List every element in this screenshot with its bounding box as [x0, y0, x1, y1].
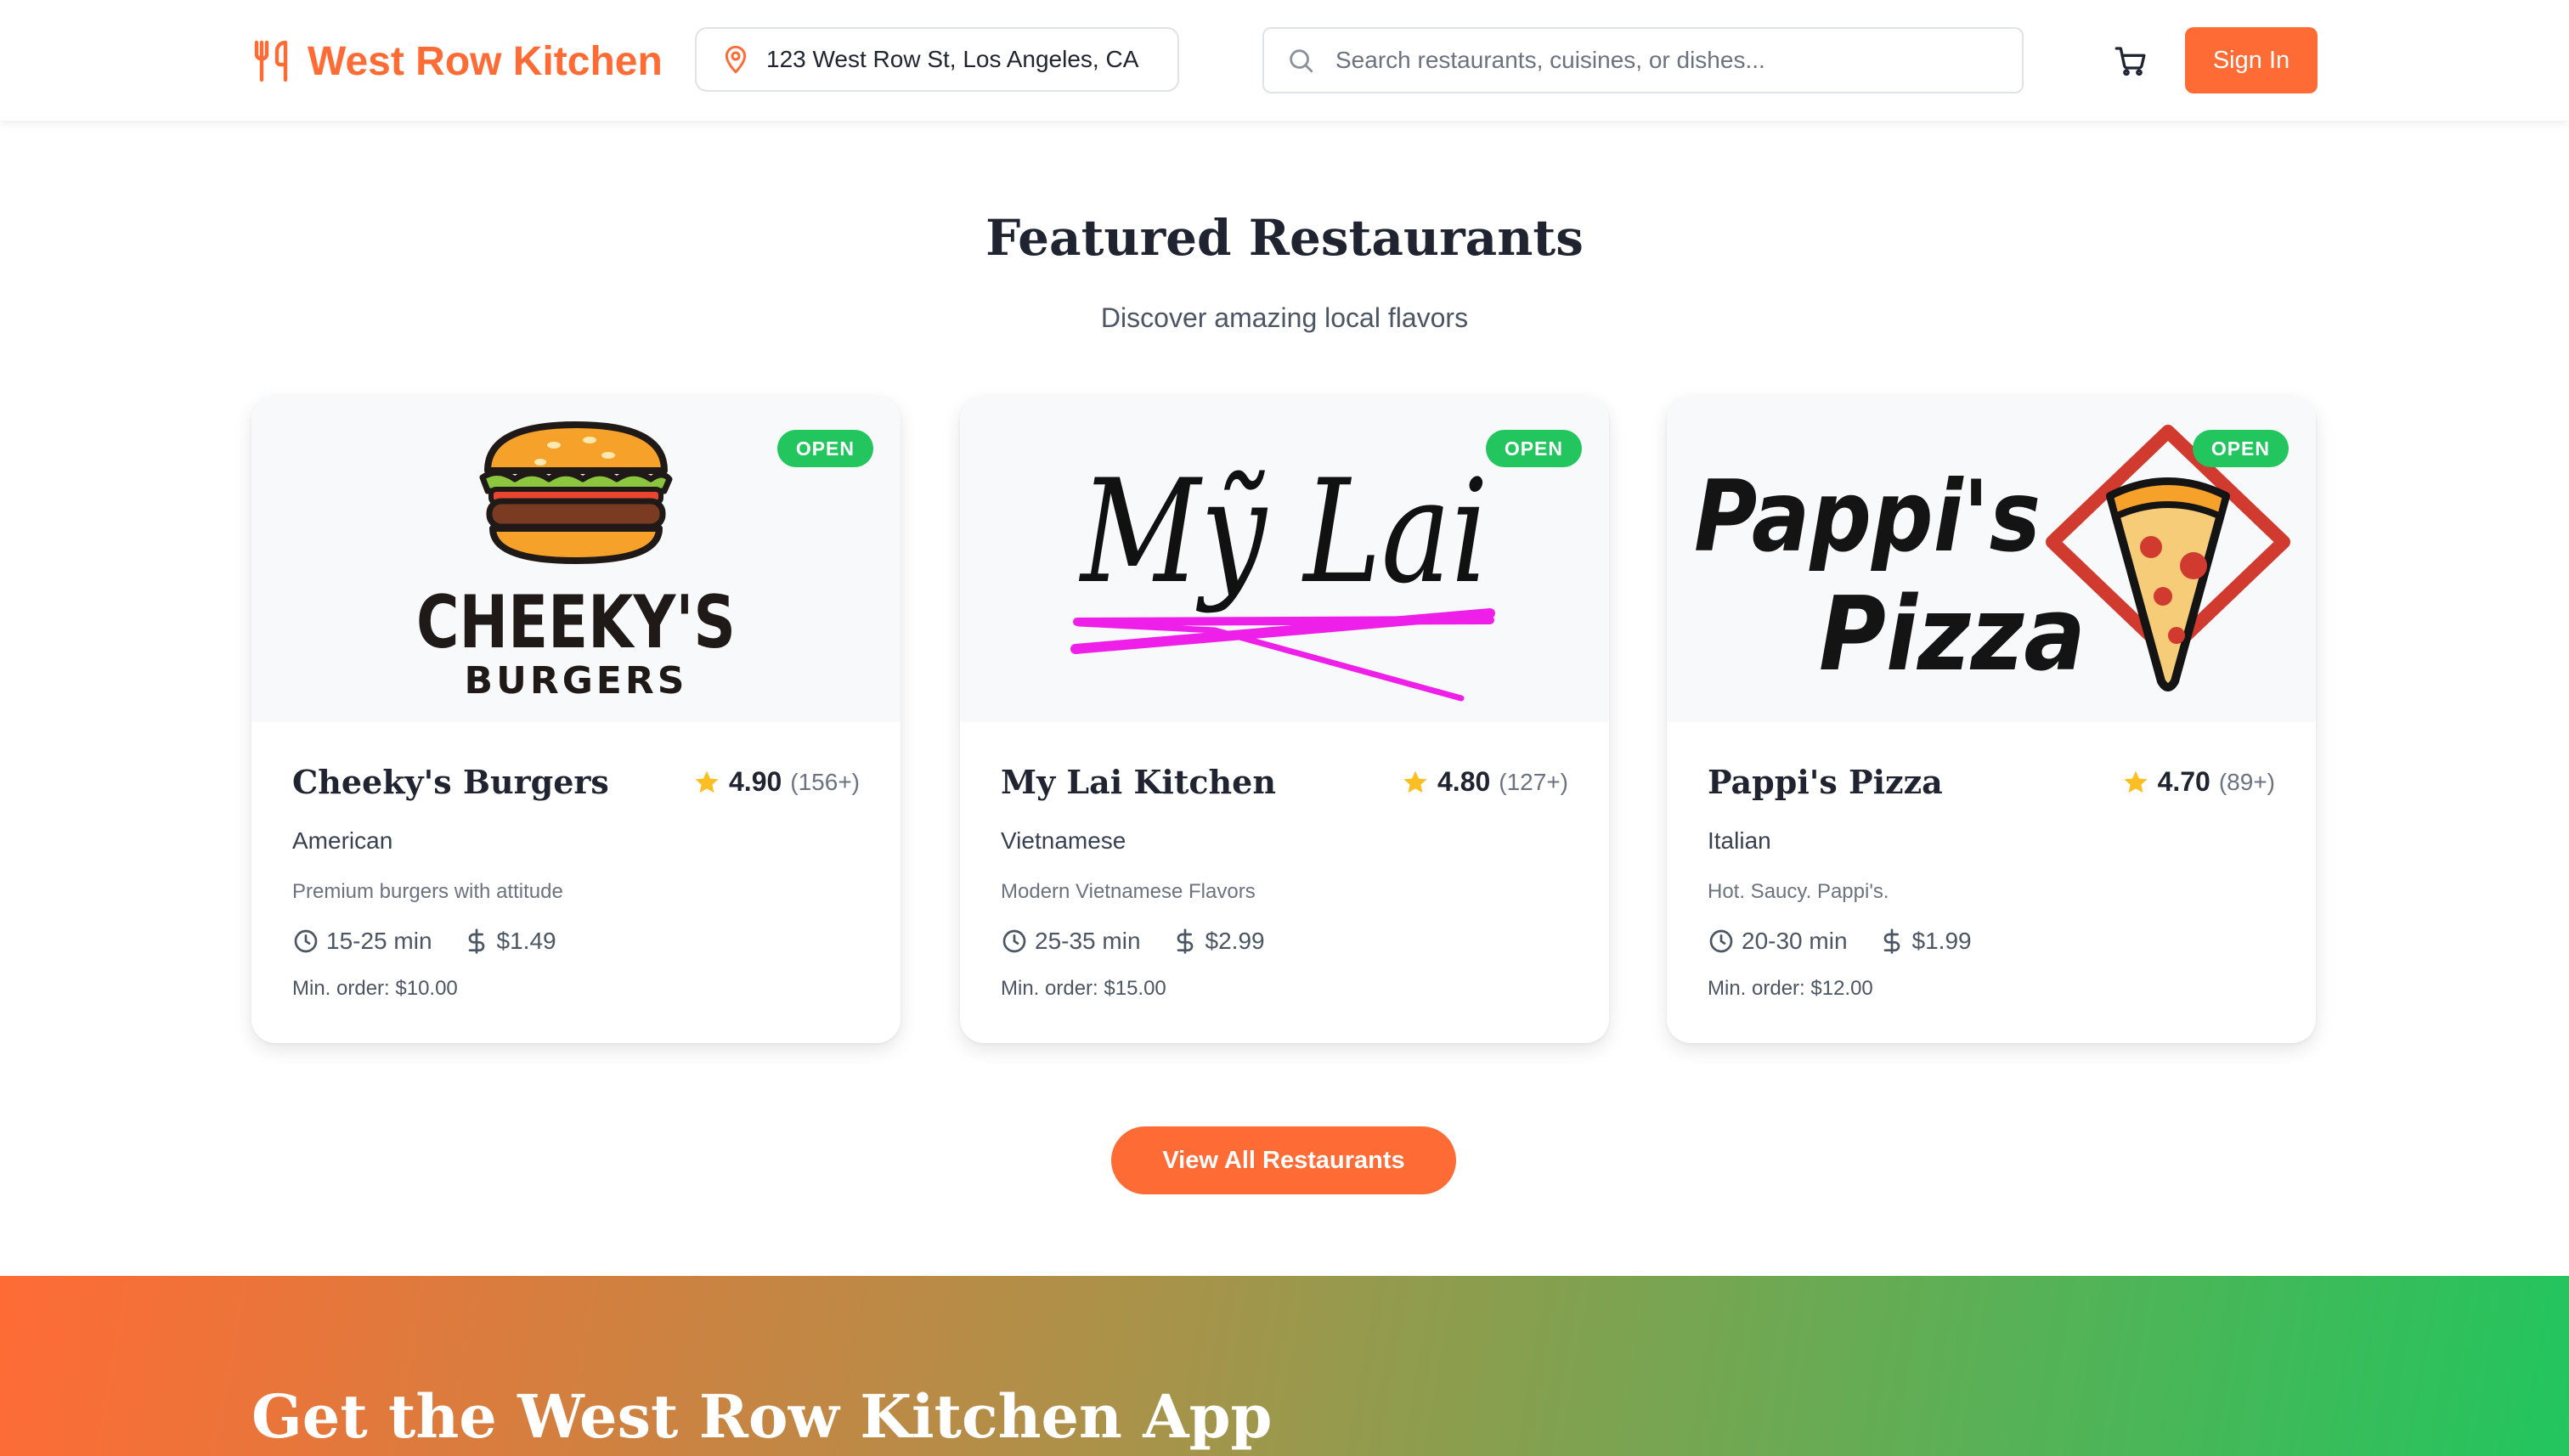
delivery-fee-group: $2.99 — [1172, 928, 1265, 955]
app-promo-title: Get the West Row Kitchen App — [251, 1381, 1273, 1452]
open-status-badge: OPEN — [776, 430, 873, 467]
star-icon — [695, 770, 719, 793]
pappis-logo-line2: Pizza — [1819, 576, 2086, 694]
delivery-info: 15-25 min $1.49 — [292, 928, 556, 955]
review-count: (156+) — [790, 768, 860, 795]
section-subtitle: Discover amazing local flavors — [1100, 302, 1469, 333]
restaurant-card-my-lai-kitchen[interactable]: Mỹ Lai OPEN My Lai Kitchen 4.80 (127+) V… — [960, 396, 1609, 1043]
delivery-time: 15-25 min — [326, 928, 432, 954]
delivery-fee-group: $1.49 — [463, 928, 556, 955]
rating-value: 4.90 — [729, 766, 782, 797]
open-status-badge: OPEN — [2192, 430, 2289, 467]
restaurant-card-pappis-pizza[interactable]: Pappi's Pizza OPEN Pappi's Pizza 4.70 (8… — [1667, 396, 2316, 1043]
star-icon — [2123, 770, 2148, 793]
rating: 4.70 (89+) — [2122, 766, 2275, 798]
top-nav: West Row Kitchen 123 West Row St, Los An… — [0, 0, 2569, 121]
view-all-restaurants-button[interactable]: View All Restaurants — [1111, 1126, 1456, 1194]
delivery-fee: $2.99 — [1205, 928, 1265, 954]
dollar-icon — [1883, 928, 1900, 954]
clock-icon — [294, 929, 318, 953]
pizza-slice-icon — [2046, 425, 2290, 691]
rating-value: 4.80 — [1437, 766, 1491, 797]
restaurant-tagline: Premium burgers with attitude — [292, 880, 563, 903]
rating-value: 4.70 — [2157, 766, 2210, 797]
delivery-fee: $1.99 — [1911, 928, 1972, 954]
sign-in-button[interactable]: Sign In — [2185, 27, 2318, 93]
restaurant-name: My Lai Kitchen — [1001, 763, 1276, 801]
cuisine-type: American — [292, 827, 393, 854]
search-box[interactable] — [1262, 27, 2024, 93]
chopsticks-icon — [1070, 608, 1495, 702]
brand-name: West Row Kitchen — [308, 38, 663, 84]
rating: 4.80 (127+) — [1402, 766, 1568, 798]
cart-icon[interactable] — [2114, 44, 2148, 78]
delivery-fee: $1.49 — [496, 928, 556, 954]
delivery-info: 25-35 min $2.99 — [1001, 928, 1265, 955]
restaurant-name: Cheeky's Burgers — [292, 763, 609, 801]
cuisine-type: Vietnamese — [1001, 827, 1126, 854]
clock-icon — [1002, 929, 1026, 953]
section-title: Featured Restaurants — [985, 209, 1584, 267]
pappis-logo-line1: Pappi's — [1694, 460, 2041, 574]
restaurant-name: Pappi's Pizza — [1708, 763, 1943, 801]
minimum-order: Min. order: $10.00 — [292, 977, 458, 1000]
app-promo-banner: Get the West Row Kitchen App — [0, 1276, 2569, 1456]
delivery-address-selector[interactable]: 123 West Row St, Los Angeles, CA — [695, 27, 1179, 92]
restaurant-tagline: Modern Vietnamese Flavors — [1001, 880, 1256, 903]
address-text: 123 West Row St, Los Angeles, CA — [766, 46, 1139, 72]
review-count: (89+) — [2218, 768, 2275, 795]
restaurant-card-cheekys-burgers[interactable]: CHEEKY'S BURGERS OPEN Cheeky's Burgers 4… — [251, 396, 901, 1043]
minimum-order: Min. order: $15.00 — [1001, 977, 1166, 1000]
review-count: (127+) — [1499, 768, 1568, 795]
rating: 4.90 (156+) — [693, 766, 860, 798]
clock-icon — [1709, 929, 1733, 953]
delivery-time: 25-35 min — [1035, 928, 1141, 954]
delivery-fee-group: $1.99 — [1878, 928, 1972, 955]
star-icon — [1403, 770, 1427, 793]
my-lai-logo-text: Mỹ Lai — [1079, 449, 1488, 615]
delivery-info: 20-30 min $1.99 — [1708, 928, 1972, 955]
cheekys-logo-line1: CHEEKY'S — [416, 580, 736, 665]
map-pin-icon — [725, 45, 747, 74]
dollar-icon — [468, 928, 484, 954]
restaurant-image: Mỹ Lai OPEN — [960, 396, 1609, 722]
restaurant-tagline: Hot. Saucy. Pappi's. — [1708, 880, 1889, 903]
burger-icon — [479, 421, 673, 564]
search-input[interactable] — [1334, 34, 2022, 87]
minimum-order: Min. order: $12.00 — [1708, 977, 1873, 1000]
cuisine-type: Italian — [1708, 827, 1771, 854]
delivery-time: 20-30 min — [1742, 928, 1848, 954]
dollar-icon — [1177, 928, 1193, 954]
cheekys-logo-line2: BURGERS — [465, 659, 688, 703]
restaurant-image: CHEEKY'S BURGERS OPEN — [251, 396, 901, 722]
brand-logo[interactable]: West Row Kitchen — [251, 34, 663, 88]
open-status-badge: OPEN — [1485, 430, 1582, 467]
restaurant-image: Pappi's Pizza OPEN — [1667, 396, 2316, 722]
search-icon — [1290, 49, 1313, 73]
utensils-icon — [254, 40, 288, 82]
